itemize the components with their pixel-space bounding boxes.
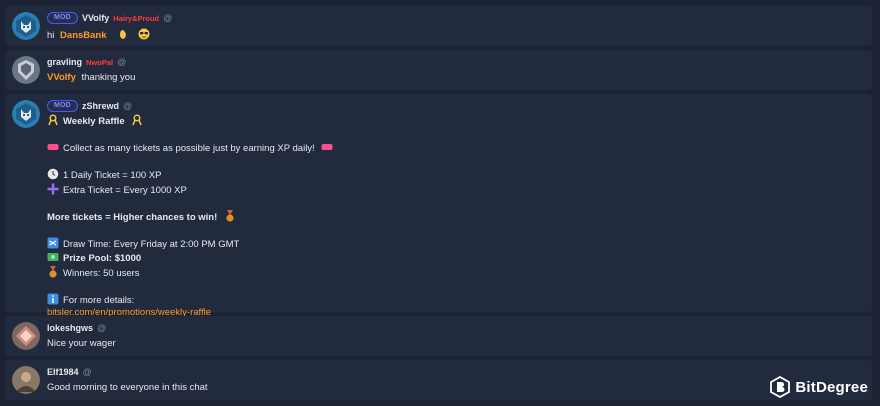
username[interactable]: VVolfy — [82, 13, 109, 23]
message-text: 1 Daily Ticket = 100 XP — [63, 170, 162, 181]
plus-icon — [47, 183, 59, 195]
username[interactable]: zShrewd — [82, 101, 119, 111]
message-text: Collect as many tickets as possible just… — [63, 143, 315, 154]
message-text: hi — [47, 30, 55, 41]
ribbon-icon — [131, 114, 143, 126]
medal-icon — [224, 209, 236, 222]
message-text: Nice your wager — [47, 338, 116, 349]
waving-hand-icon — [117, 28, 129, 40]
ribbon-icon — [47, 114, 59, 126]
sunglasses-face-icon — [138, 28, 150, 40]
medal-icon — [47, 265, 59, 278]
clock-icon — [47, 168, 59, 180]
mention-user-button[interactable]: @ — [163, 13, 172, 23]
wolf-avatar-icon[interactable] — [12, 100, 40, 128]
chat-message: gravling NwoPal @ VVolfy thanking you — [6, 50, 872, 90]
info-icon — [47, 293, 59, 305]
message-text: Winners: 50 users — [63, 267, 140, 279]
mention-user-button[interactable]: @ — [117, 57, 126, 67]
user-tag: NwoPal — [86, 57, 114, 67]
wolf-avatar-icon[interactable] — [12, 12, 40, 40]
chat-message: lokeshgws @ Nice your wager — [6, 316, 872, 356]
message-text: Good morning to everyone in this chat — [47, 382, 208, 393]
shuffle-icon — [47, 237, 59, 249]
message-text: For more details: — [63, 294, 135, 306]
mention-user-button[interactable]: @ — [97, 323, 106, 333]
message-text: Extra Ticket = Every 1000 XP — [63, 184, 187, 196]
username[interactable]: lokeshgws — [47, 323, 93, 333]
bitdegree-logo-icon — [770, 376, 791, 398]
message-text: thanking you — [81, 72, 136, 83]
user-mention[interactable]: VVolfy — [47, 72, 76, 83]
chat-message: Elf1984 @ Good morning to everyone in th… — [6, 360, 872, 400]
chat-message: MOD VVolfy Hairy&Proud @ hi DansBank — [6, 6, 872, 46]
diamond-avatar-icon[interactable] — [12, 322, 40, 350]
bitdegree-logo: BitDegree — [770, 376, 868, 398]
user-mention[interactable]: DansBank — [60, 30, 106, 41]
shield-avatar-icon[interactable] — [12, 56, 40, 84]
chat-message: MOD zShrewd @ Weekly Raffle Collect as m… — [6, 94, 872, 318]
photo-avatar-icon[interactable] — [12, 366, 40, 394]
ticket-icon — [321, 141, 333, 153]
mention-user-button[interactable]: @ — [83, 367, 92, 377]
mod-badge: MOD — [47, 100, 78, 112]
message-text: More tickets = Higher chances to win! — [47, 211, 218, 223]
ticket-icon — [47, 141, 59, 153]
message-text: Draw Time: Every Friday at 2:00 PM GMT — [63, 238, 240, 250]
logo-text: BitDegree — [795, 378, 868, 396]
username[interactable]: gravling — [47, 57, 82, 67]
user-tag: Hairy&Proud — [113, 13, 160, 23]
mod-badge: MOD — [47, 12, 78, 24]
chat-feed: MOD VVolfy Hairy&Proud @ hi DansBank gra… — [0, 0, 880, 406]
mention-user-button[interactable]: @ — [123, 101, 132, 111]
message-text: Prize Pool: $1000 — [63, 253, 142, 264]
money-icon — [47, 251, 59, 263]
username[interactable]: Elf1984 — [47, 367, 79, 377]
raffle-title: Weekly Raffle — [63, 116, 125, 127]
